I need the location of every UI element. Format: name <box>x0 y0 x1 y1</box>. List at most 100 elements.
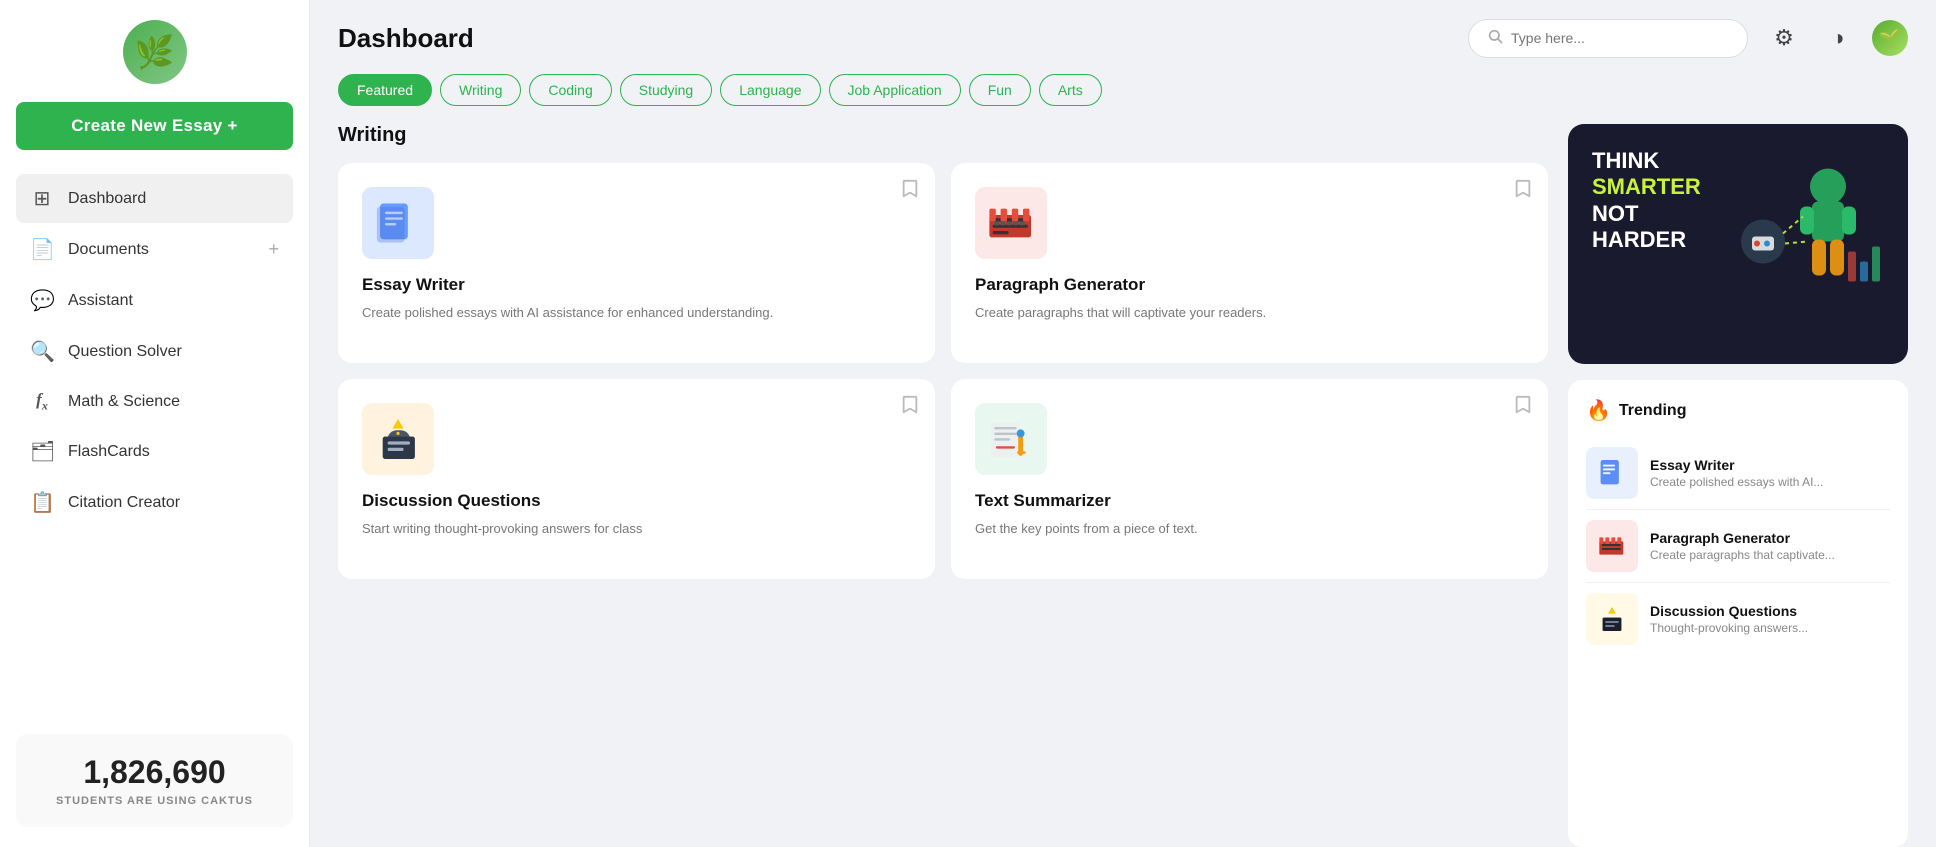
search-input[interactable] <box>1511 30 1729 46</box>
filter-row: Featured Writing Coding Studying Languag… <box>310 58 1936 106</box>
card-essay-icon <box>362 187 911 259</box>
page-title: Dashboard <box>338 23 1452 54</box>
sidebar-item-label: FlashCards <box>68 443 279 461</box>
section-title: Writing <box>338 124 1548 147</box>
content-area: Writing <box>310 106 1936 847</box>
sidebar-item-label: Dashboard <box>68 190 279 208</box>
math-icon: fx <box>30 390 54 413</box>
trending-discussion-desc: Thought-provoking answers... <box>1650 621 1850 635</box>
nav-menu: ⊞ Dashboard 📄 Documents + 💬 Assistant 🔍 … <box>16 174 293 527</box>
flashcards-icon: 🗂 <box>30 439 54 464</box>
card-summarizer-title: Text Summarizer <box>975 491 1524 511</box>
promo-line3: NOT <box>1592 201 1701 227</box>
card-discussion-desc: Start writing thought-provoking answers … <box>362 519 911 539</box>
trending-item-paragraph-generator[interactable]: Paragraph Generator Create paragraphs th… <box>1586 510 1890 583</box>
bookmark-text-summarizer[interactable] <box>1514 395 1532 420</box>
sidebar-item-label: Citation Creator <box>68 494 279 512</box>
card-essay-writer[interactable]: Essay Writer Create polished essays with… <box>338 163 935 363</box>
bookmark-essay-writer[interactable] <box>901 179 919 204</box>
topbar: Dashboard ⚙ ◑ 🌱 <box>310 0 1936 58</box>
trending-thumb-discussion <box>1586 593 1638 645</box>
filter-studying[interactable]: Studying <box>620 74 712 106</box>
logo-icon: 🌿 <box>123 20 187 84</box>
trending-discussion-name: Discussion Questions <box>1650 603 1890 619</box>
cards-grid: Essay Writer Create polished essays with… <box>338 163 1548 579</box>
topbar-icons: ⚙ ◑ 🌱 <box>1764 18 1908 58</box>
trending-essay-desc: Create polished essays with AI... <box>1650 475 1850 489</box>
assistant-icon: 💬 <box>30 288 54 313</box>
filter-writing[interactable]: Writing <box>440 74 521 106</box>
theme-toggle-button[interactable]: ◑ <box>1818 18 1858 58</box>
cards-area: Writing <box>338 124 1548 847</box>
dashboard-icon: ⊞ <box>30 186 54 211</box>
sidebar-item-dashboard[interactable]: ⊞ Dashboard <box>16 174 293 223</box>
sidebar-item-label: Assistant <box>68 292 279 310</box>
logo: 🌿 <box>16 20 293 84</box>
filter-language[interactable]: Language <box>720 74 820 106</box>
promo-text: THINK SMARTER NOT HARDER <box>1592 148 1701 254</box>
stats-label: STUDENTS ARE USING CAKTUS <box>36 795 273 807</box>
sidebar-item-citation-creator[interactable]: 📋 Citation Creator <box>16 478 293 527</box>
card-summarizer-icon <box>975 403 1524 475</box>
card-paragraph-icon <box>975 187 1524 259</box>
trending-essay-name: Essay Writer <box>1650 457 1890 473</box>
trending-item-essay-writer[interactable]: Essay Writer Create polished essays with… <box>1586 437 1890 510</box>
card-paragraph-desc: Create paragraphs that will captivate yo… <box>975 303 1524 323</box>
trending-thumb-paragraph <box>1586 520 1638 572</box>
question-solver-icon: 🔍 <box>30 339 54 364</box>
documents-icon: 📄 <box>30 237 54 262</box>
trending-info-paragraph: Paragraph Generator Create paragraphs th… <box>1650 530 1890 562</box>
card-paragraph-generator[interactable]: Paragraph Generator Create paragraphs th… <box>951 163 1548 363</box>
sidebar-item-documents[interactable]: 📄 Documents + <box>16 225 293 274</box>
card-essay-writer-desc: Create polished essays with AI assistanc… <box>362 303 911 323</box>
trending-info-discussion: Discussion Questions Thought-provoking a… <box>1650 603 1890 635</box>
trending-info-essay: Essay Writer Create polished essays with… <box>1650 457 1890 489</box>
card-text-summarizer[interactable]: Text Summarizer Get the key points from … <box>951 379 1548 579</box>
bookmark-paragraph-generator[interactable] <box>1514 179 1532 204</box>
trending-paragraph-name: Paragraph Generator <box>1650 530 1890 546</box>
avatar[interactable]: 🌱 <box>1872 20 1908 56</box>
promo-illustration <box>1728 152 1888 337</box>
card-essay-writer-title: Essay Writer <box>362 275 911 295</box>
trending-header: 🔥 Trending <box>1586 398 1890 423</box>
trending-title: Trending <box>1619 402 1687 420</box>
trending-thumb-essay <box>1586 447 1638 499</box>
filter-job-application[interactable]: Job Application <box>829 74 961 106</box>
trending-paragraph-desc: Create paragraphs that captivate... <box>1650 548 1850 562</box>
create-essay-button[interactable]: Create New Essay + <box>16 102 293 150</box>
add-document-icon[interactable]: + <box>268 239 279 260</box>
trending-section: 🔥 Trending Essay Writer Cre <box>1568 380 1908 847</box>
stats-number: 1,826,690 <box>36 754 273 791</box>
citation-icon: 📋 <box>30 490 54 515</box>
promo-line2: SMARTER <box>1592 174 1701 200</box>
card-summarizer-desc: Get the key points from a piece of text. <box>975 519 1524 539</box>
trending-item-discussion-questions[interactable]: Discussion Questions Thought-provoking a… <box>1586 583 1890 655</box>
filter-fun[interactable]: Fun <box>969 74 1031 106</box>
promo-line4: HARDER <box>1592 227 1701 253</box>
sidebar-item-question-solver[interactable]: 🔍 Question Solver <box>16 327 293 376</box>
flame-icon: 🔥 <box>1586 398 1611 423</box>
card-paragraph-title: Paragraph Generator <box>975 275 1524 295</box>
settings-button[interactable]: ⚙ <box>1764 18 1804 58</box>
stats-box: 1,826,690 STUDENTS ARE USING CAKTUS <box>16 734 293 827</box>
filter-coding[interactable]: Coding <box>529 74 611 106</box>
bookmark-discussion-questions[interactable] <box>901 395 919 420</box>
sidebar-item-label: Documents <box>68 241 254 259</box>
filter-featured[interactable]: Featured <box>338 74 432 106</box>
card-discussion-questions[interactable]: Discussion Questions Start writing thoug… <box>338 379 935 579</box>
sidebar-item-assistant[interactable]: 💬 Assistant <box>16 276 293 325</box>
card-discussion-title: Discussion Questions <box>362 491 911 511</box>
main-area: Dashboard ⚙ ◑ 🌱 Featured Writing Coding … <box>310 0 1936 847</box>
right-panel: THINK SMARTER NOT HARDER <box>1568 124 1908 847</box>
sidebar-item-flashcards[interactable]: 🗂 FlashCards <box>16 427 293 476</box>
sidebar-item-math-science[interactable]: fx Math & Science <box>16 378 293 425</box>
sidebar: 🌿 Create New Essay + ⊞ Dashboard 📄 Docum… <box>0 0 310 847</box>
sidebar-item-label: Question Solver <box>68 343 279 361</box>
promo-banner[interactable]: THINK SMARTER NOT HARDER <box>1568 124 1908 364</box>
card-discussion-icon <box>362 403 911 475</box>
filter-arts[interactable]: Arts <box>1039 74 1102 106</box>
promo-line1: THINK <box>1592 148 1701 174</box>
search-icon <box>1487 28 1503 49</box>
search-bar <box>1468 19 1748 58</box>
sidebar-item-label: Math & Science <box>68 393 279 411</box>
